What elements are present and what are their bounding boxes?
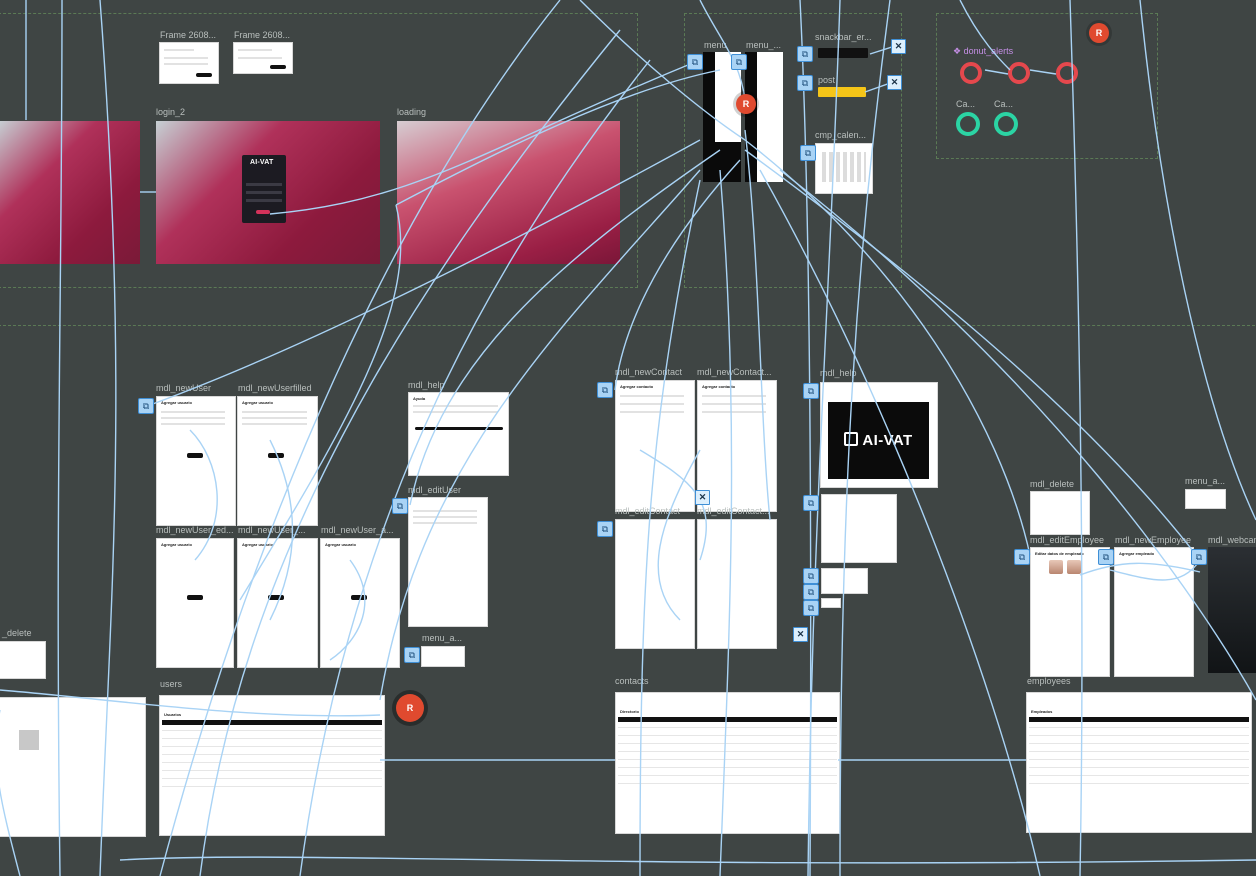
link-icon[interactable]: ⧉ (687, 54, 703, 70)
close-icon[interactable]: ✕ (793, 627, 808, 642)
link-icon[interactable]: ⧉ (597, 382, 613, 398)
link-icon[interactable]: ⧉ (1098, 549, 1114, 565)
avatar-icon[interactable]: R (736, 94, 756, 114)
link-icon[interactable]: ⧉ (392, 498, 408, 514)
link-icon[interactable]: ⧉ (803, 600, 819, 616)
close-icon[interactable]: ✕ (695, 490, 710, 505)
link-icon[interactable]: ⧉ (803, 584, 819, 600)
link-icon[interactable]: ⧉ (803, 495, 819, 511)
link-icon[interactable]: ⧉ (404, 647, 420, 663)
prototype-canvas[interactable]: Frame 2608... Frame 2608... login_2 AI-V… (0, 0, 1256, 876)
link-icon[interactable]: ⧉ (1014, 549, 1030, 565)
link-icon[interactable]: ⧉ (597, 521, 613, 537)
link-icon[interactable]: ⧉ (731, 54, 747, 70)
link-icon[interactable]: ⧉ (1191, 549, 1207, 565)
link-icon[interactable]: ⧉ (803, 568, 819, 584)
link-icon[interactable]: ⧉ (803, 383, 819, 399)
link-icon[interactable]: ⧉ (797, 75, 813, 91)
close-icon[interactable]: ✕ (887, 75, 902, 90)
avatar-icon[interactable]: R (396, 694, 424, 722)
avatar-icon[interactable]: R (1089, 23, 1109, 43)
close-icon[interactable]: ✕ (891, 39, 906, 54)
link-icon[interactable]: ⧉ (138, 398, 154, 414)
prototype-wires (0, 0, 1256, 876)
link-icon[interactable]: ⧉ (800, 145, 816, 161)
link-icon[interactable]: ⧉ (797, 46, 813, 62)
